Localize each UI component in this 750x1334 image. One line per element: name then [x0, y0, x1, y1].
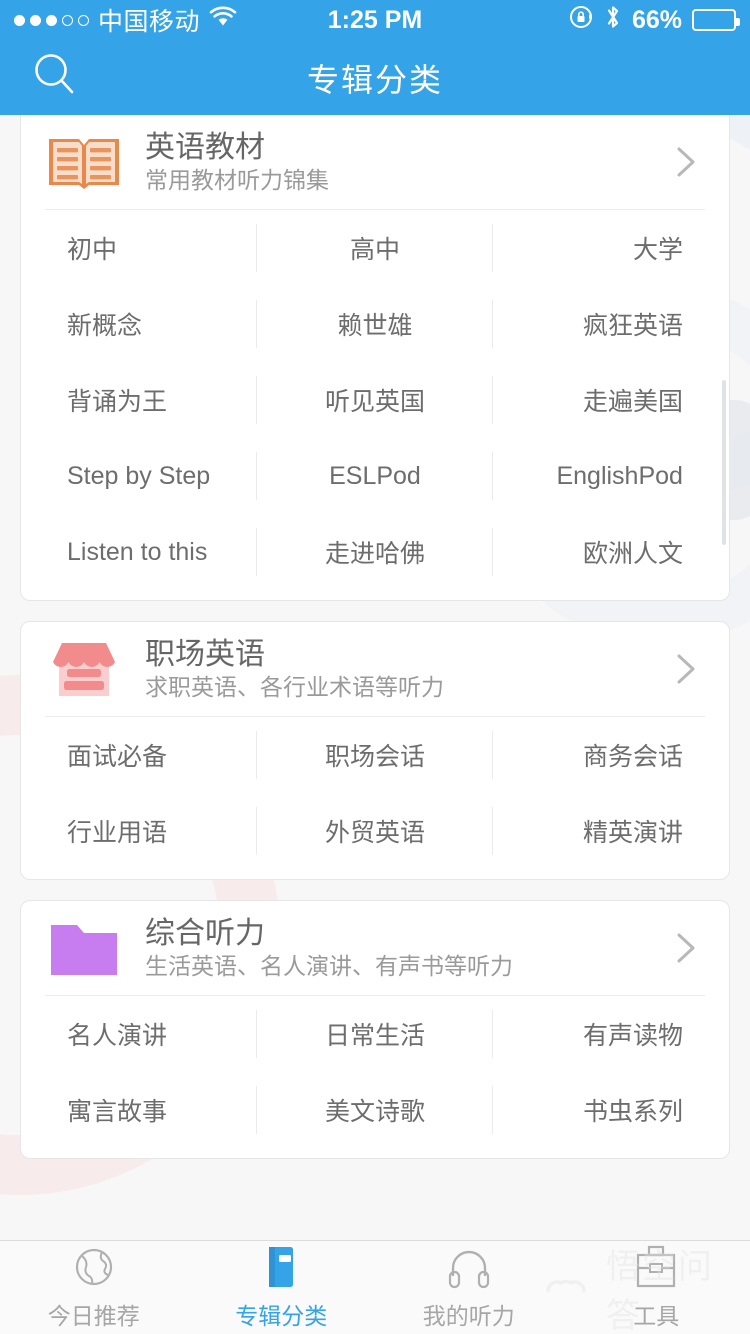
chevron-right-icon[interactable]	[667, 929, 705, 967]
app-root: 中国移动 1:25 PM 66% 专辑分类 英语教材 常用教材听力锦集 初中 高…	[0, 0, 750, 1334]
tab-toolbox[interactable]: 工具	[563, 1241, 750, 1334]
search-button[interactable]	[28, 51, 82, 105]
battery-icon	[692, 9, 740, 31]
category-item-grid: 名人演讲 日常生活 有声读物寓言故事 美文诗歌 书虫系列	[21, 996, 729, 1148]
tab-headphones[interactable]: 我的听力	[375, 1241, 563, 1334]
category-card-header[interactable]: 职场英语 求职英语、各行业术语等听力	[21, 622, 729, 716]
category-item[interactable]: 背诵为王	[21, 362, 257, 438]
toolbox-icon	[630, 1244, 682, 1290]
signal-dot	[46, 14, 57, 26]
open-book-icon	[45, 131, 123, 193]
category-item[interactable]: 外贸英语	[257, 793, 493, 869]
signal-strength-dots	[14, 14, 89, 26]
grid-bottom-padding	[21, 590, 729, 600]
tab-label: 专辑分类	[235, 1303, 328, 1329]
category-sections: 英语教材 常用教材听力锦集初中 高中 大学新概念 赖世雄 疯狂英语背诵为王 听见英国 走遍美国…	[0, 115, 750, 1159]
category-card: 英语教材 常用教材听力锦集初中 高中 大学新概念 赖世雄 疯狂英语背诵为王 听见英国 走遍美国…	[20, 115, 730, 601]
category-card-text: 职场英语 求职英语、各行业术语等听力	[145, 637, 667, 700]
category-scroll-area[interactable]: 英语教材 常用教材听力锦集初中 高中 大学新概念 赖世雄 疯狂英语背诵为王 听见英国 走遍美国…	[0, 115, 750, 1240]
category-item[interactable]: EnglishPod	[493, 438, 729, 514]
search-icon	[29, 49, 81, 106]
category-item[interactable]: 美文诗歌	[257, 1072, 493, 1148]
status-bar-left: 中国移动	[14, 2, 237, 38]
status-bar: 中国移动 1:25 PM 66%	[0, 0, 750, 40]
wifi-icon	[209, 5, 237, 35]
carrier-label: 中国移动	[98, 8, 201, 36]
category-item[interactable]: Step by Step	[21, 438, 257, 514]
category-subtitle: 求职英语、各行业术语等听力	[145, 673, 444, 700]
page-title: 专辑分类	[306, 61, 443, 98]
category-item[interactable]: ESLPod	[257, 438, 493, 514]
category-item[interactable]: 有声读物	[493, 996, 729, 1072]
tab-label: 工具	[633, 1303, 680, 1329]
tab-label: 我的听力	[422, 1303, 515, 1329]
category-item[interactable]: 寓言故事	[21, 1072, 257, 1148]
category-card-header[interactable]: 英语教材 常用教材听力锦集	[21, 115, 729, 209]
scroll-indicator[interactable]	[722, 380, 726, 545]
chevron-right-icon[interactable]	[667, 650, 705, 688]
category-title: 职场英语	[145, 637, 265, 671]
category-item[interactable]: 商务会话	[493, 717, 729, 793]
signal-dot	[62, 14, 73, 26]
category-title: 综合听力	[145, 916, 265, 950]
category-item[interactable]: 名人演讲	[21, 996, 257, 1072]
tab-book[interactable]: 专辑分类	[188, 1241, 376, 1334]
status-bar-right: 66%	[568, 3, 740, 38]
category-item[interactable]: 走进哈佛	[257, 514, 493, 590]
category-item[interactable]: 赖世雄	[257, 286, 493, 362]
signal-dot	[30, 14, 41, 26]
navigation-bar: 专辑分类	[0, 40, 750, 115]
category-item-grid: 初中 高中 大学新概念 赖世雄 疯狂英语背诵为王 听见英国 走遍美国 Step by Step…	[21, 210, 729, 590]
category-item-grid: 面试必备 职场会话 商务会话行业用语 外贸英语 精英演讲	[21, 717, 729, 869]
category-item[interactable]: 走遍美国	[493, 362, 729, 438]
category-card-text: 综合听力 生活英语、名人演讲、有声书等听力	[145, 916, 667, 979]
category-item[interactable]: 行业用语	[21, 793, 257, 869]
rotation-lock-icon	[568, 4, 594, 37]
headphones-icon	[443, 1244, 495, 1290]
category-item[interactable]: 职场会话	[257, 717, 493, 793]
book-icon	[255, 1244, 307, 1290]
category-item[interactable]: 疯狂英语	[493, 286, 729, 362]
category-item[interactable]: 大学	[493, 210, 729, 286]
grid-bottom-padding	[21, 869, 729, 879]
category-item[interactable]: 书虫系列	[493, 1072, 729, 1148]
bottom-tab-bar: 今日推荐 专辑分类 我的听力 工具	[0, 1240, 750, 1334]
category-item[interactable]: 面试必备	[21, 717, 257, 793]
signal-dot	[78, 14, 89, 26]
category-card-text: 英语教材 常用教材听力锦集	[145, 130, 667, 193]
category-card: 职场英语 求职英语、各行业术语等听力面试必备 职场会话 商务会话行业用语 外贸英语 精英演…	[20, 621, 730, 880]
signal-dot	[14, 14, 25, 26]
category-item[interactable]: 听见英国	[257, 362, 493, 438]
category-item[interactable]: 新概念	[21, 286, 257, 362]
category-item[interactable]: 精英演讲	[493, 793, 729, 869]
category-item[interactable]: 高中	[257, 210, 493, 286]
battery-percent-label: 66%	[631, 5, 682, 34]
chevron-right-icon[interactable]	[667, 143, 705, 181]
category-item[interactable]: Listen to this	[21, 514, 257, 590]
category-title: 英语教材	[145, 130, 265, 164]
tab-globe[interactable]: 今日推荐	[0, 1241, 188, 1334]
category-card: 综合听力 生活英语、名人演讲、有声书等听力名人演讲 日常生活 有声读物寓言故事 美文诗歌…	[20, 900, 730, 1159]
grid-bottom-padding	[21, 1148, 729, 1158]
globe-icon	[68, 1244, 120, 1290]
bluetooth-icon	[604, 3, 622, 38]
category-card-header[interactable]: 综合听力 生活英语、名人演讲、有声书等听力	[21, 901, 729, 995]
folder-sync-icon	[45, 917, 123, 979]
category-subtitle: 常用教材听力锦集	[145, 166, 329, 193]
tab-label: 今日推荐	[47, 1303, 140, 1329]
category-item[interactable]: 初中	[21, 210, 257, 286]
category-subtitle: 生活英语、名人演讲、有声书等听力	[145, 952, 513, 979]
storefront-icon	[45, 638, 123, 700]
category-item[interactable]: 日常生活	[257, 996, 493, 1072]
category-item[interactable]: 欧洲人文	[493, 514, 729, 590]
